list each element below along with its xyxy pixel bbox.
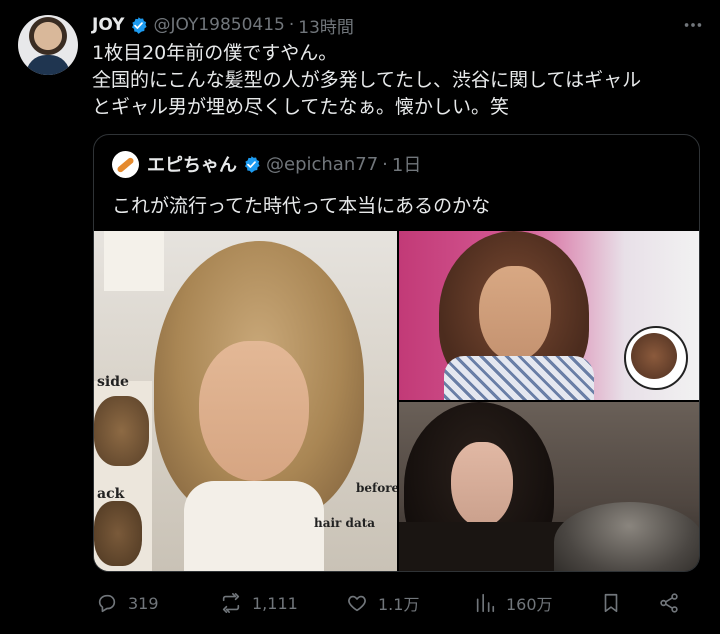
views-icon bbox=[476, 593, 495, 613]
reply-icon bbox=[98, 594, 116, 613]
share-button[interactable] bbox=[658, 586, 680, 620]
views-count: 160万 bbox=[506, 595, 553, 614]
share-icon bbox=[660, 593, 678, 613]
author-display-name[interactable]: JOY bbox=[92, 15, 124, 35]
post-text: 1枚目20年前の僕ですやん。 全国的にこんな髪型の人が多発してたし、渋谷に関して… bbox=[92, 40, 702, 121]
post-text-line: 全国的にこんな髪型の人が多発してたし、渋谷に関してはギャル bbox=[92, 69, 642, 91]
quoted-author-display-name[interactable]: エピちゃん bbox=[147, 151, 237, 177]
reply-button[interactable]: 319 bbox=[96, 586, 159, 620]
post-timestamp[interactable]: 13時間 bbox=[298, 13, 354, 38]
separator-dot: · bbox=[382, 153, 388, 175]
quoted-photo-2[interactable] bbox=[399, 231, 699, 400]
repost-icon bbox=[222, 593, 240, 613]
quoted-photo-3[interactable] bbox=[399, 402, 699, 571]
separator-dot: · bbox=[288, 15, 295, 35]
quoted-author-handle[interactable]: @epichan77 bbox=[266, 154, 378, 175]
author-handle[interactable]: @JOY19850415 bbox=[153, 15, 284, 35]
quoted-post[interactable]: エピちゃん @epichan77 · 1日 これが流行ってた時代って本当にあるの… bbox=[93, 134, 700, 572]
repost-count: 1,111 bbox=[252, 593, 298, 613]
like-count: 1.1万 bbox=[378, 595, 420, 614]
quoted-post-timestamp[interactable]: 1日 bbox=[392, 151, 421, 177]
verified-icon bbox=[245, 155, 260, 173]
photo-caption-back: ack bbox=[97, 486, 125, 502]
like-icon bbox=[348, 595, 366, 612]
quoted-post-header: エピちゃん @epichan77 · 1日 bbox=[112, 149, 421, 179]
quoted-photo-1[interactable]: side ack before hair data bbox=[94, 231, 397, 571]
repost-button[interactable]: 1,111 bbox=[220, 586, 298, 620]
more-icon[interactable] bbox=[682, 14, 704, 36]
verified-icon bbox=[132, 16, 148, 34]
like-button[interactable]: 1.1万 bbox=[346, 586, 419, 620]
quoted-author-avatar[interactable] bbox=[112, 150, 139, 178]
photo-caption-before: before bbox=[356, 481, 397, 495]
post-header: JOY @JOY19850415 · 13時間 bbox=[92, 12, 354, 38]
post-text-line: とギャル男が埋め尽くしてたなぁ。懐かしい。笑 bbox=[92, 96, 510, 118]
bookmark-button[interactable] bbox=[600, 586, 622, 620]
reply-count: 319 bbox=[128, 593, 159, 613]
post-text-line: 1枚目20年前の僕ですやん。 bbox=[92, 42, 338, 64]
quoted-post-text: これが流行ってた時代って本当にあるのかな bbox=[112, 195, 491, 217]
author-avatar[interactable] bbox=[18, 15, 78, 75]
views-button[interactable]: 160万 bbox=[474, 586, 553, 620]
photo-caption-hair-data: hair data bbox=[314, 516, 376, 530]
photo-caption-side: side bbox=[97, 374, 129, 390]
post-action-bar: 319 1,111 1.1万 160万 bbox=[92, 586, 702, 620]
bookmark-icon bbox=[604, 593, 618, 613]
